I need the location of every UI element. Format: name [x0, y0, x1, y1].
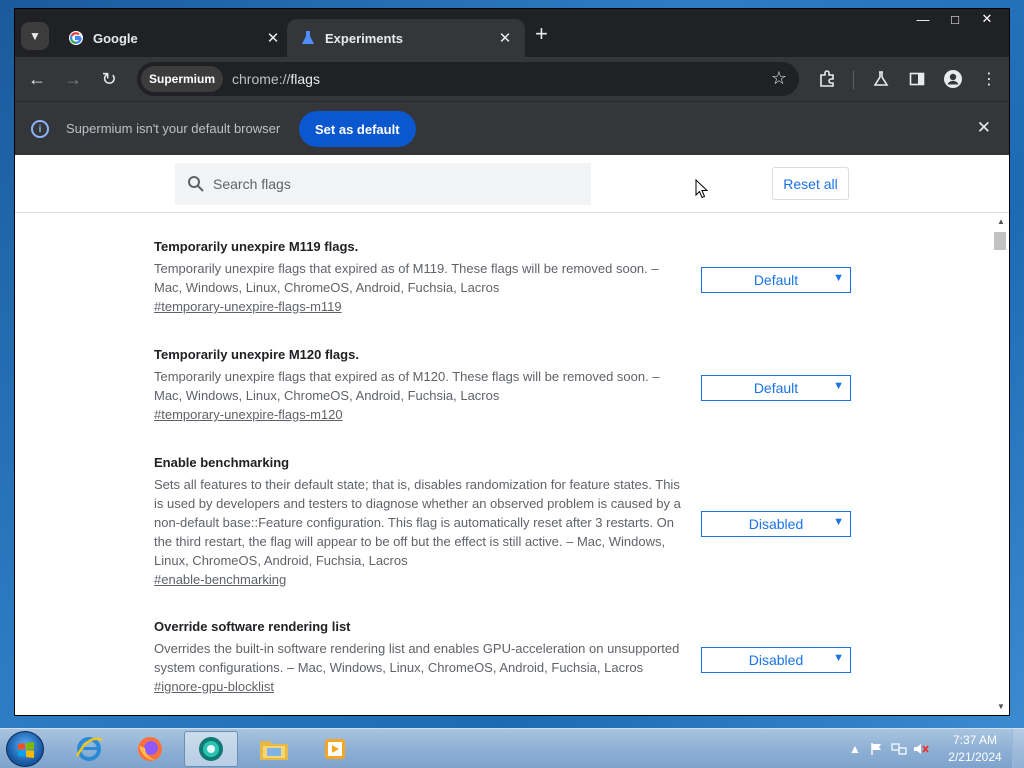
url-text: chrome://flags	[232, 71, 320, 87]
flag-entry: Enable benchmarking Sets all features to…	[154, 455, 854, 589]
supermium-icon[interactable]	[184, 731, 238, 767]
profile-avatar-icon[interactable]	[941, 67, 965, 91]
bookmark-star-icon[interactable]: ☆	[771, 68, 787, 89]
flag-anchor-link[interactable]: #ignore-gpu-blocklist	[154, 679, 274, 694]
taskbar: ▲ 7:37 AM 2/21/2024	[0, 728, 1024, 768]
reset-all-button[interactable]: Reset all	[772, 167, 849, 200]
network-icon[interactable]	[891, 741, 907, 757]
search-input[interactable]	[213, 176, 573, 192]
maximize-icon[interactable]: □	[939, 9, 971, 29]
toolbar: ← → ↻ Supermium chrome://flags ☆ ⋮	[15, 57, 1009, 101]
toolbar-divider	[853, 71, 854, 89]
window-controls: — □ ✕	[907, 9, 1003, 29]
google-g-icon	[67, 29, 85, 47]
new-tab-button[interactable]: +	[535, 23, 548, 45]
tab-search-button[interactable]: ▼	[21, 22, 49, 50]
clock[interactable]: 7:37 AM 2/21/2024	[938, 732, 1012, 766]
default-browser-infobar: i Supermium isn't your default browser S…	[15, 101, 1009, 155]
browser-window: ▼ Google ✕ Experiments ✕ + — □ ✕ ← → ↻ S…	[14, 8, 1010, 716]
flag-entry: Temporarily unexpire M119 flags. Tempora…	[154, 239, 854, 316]
flag-description: Overrides the built-in software renderin…	[154, 641, 680, 675]
flag-anchor-link[interactable]: #enable-benchmarking	[154, 572, 286, 587]
flag-state-value: Default	[753, 272, 799, 288]
url-scheme: chrome://	[232, 71, 291, 87]
vertical-scrollbar[interactable]: ▲ ▼	[992, 213, 1009, 715]
forward-arrow-icon[interactable]: →	[61, 67, 85, 91]
flag-description: Temporarily unexpire flags that expired …	[154, 369, 660, 403]
search-box[interactable]	[175, 163, 591, 205]
scroll-down-arrow-icon[interactable]: ▼	[997, 702, 1005, 711]
flag-state-value: Disabled	[748, 516, 804, 532]
close-icon[interactable]: ✕	[497, 29, 513, 47]
flag-anchor-link[interactable]: #temporary-unexpire-flags-m119	[154, 299, 342, 314]
flag-name: Enable benchmarking	[154, 455, 290, 470]
flags-header: Reset all	[15, 155, 1009, 213]
mouse-cursor-icon	[695, 179, 709, 199]
flag-name: Override software rendering list	[154, 619, 351, 634]
flag-state-select[interactable]: Default ▼	[701, 267, 851, 293]
chevron-down-icon: ▼	[833, 516, 844, 528]
firefox-icon[interactable]	[123, 731, 177, 767]
url-host: flags	[290, 71, 320, 87]
flag-name: Temporarily unexpire M120 flags.	[154, 347, 359, 362]
flag-description: Sets all features to their default state…	[154, 477, 681, 568]
labs-flask-icon[interactable]	[869, 67, 893, 91]
clock-date: 2/21/2024	[948, 750, 1002, 764]
start-button[interactable]	[6, 731, 44, 767]
profile-chip[interactable]: Supermium	[141, 66, 224, 92]
flag-state-value: Disabled	[748, 652, 804, 668]
back-arrow-icon[interactable]: ←	[25, 67, 49, 91]
scroll-up-arrow-icon[interactable]: ▲	[997, 217, 1005, 226]
tab-experiments[interactable]: Experiments ✕	[287, 19, 525, 57]
file-explorer-icon[interactable]	[247, 731, 301, 767]
minimize-icon[interactable]: —	[907, 9, 939, 29]
flag-name: Temporarily unexpire M119 flags.	[154, 239, 359, 254]
close-window-icon[interactable]: ✕	[971, 9, 1003, 29]
side-panel-icon[interactable]	[905, 67, 929, 91]
system-tray: ▲ 7:37 AM 2/21/2024	[844, 729, 1024, 768]
search-icon	[188, 176, 204, 192]
flag-state-select[interactable]: Default ▼	[701, 375, 851, 401]
tab-google[interactable]: Google ✕	[55, 19, 293, 57]
chevron-down-icon: ▼	[833, 272, 844, 284]
close-icon[interactable]: ✕	[977, 118, 991, 138]
chevron-down-icon: ▼	[833, 380, 844, 392]
flag-state-value: Default	[753, 380, 799, 396]
menu-kebab-icon[interactable]: ⋮	[977, 67, 1001, 91]
tab-strip: ▼ Google ✕ Experiments ✕ + — □ ✕	[15, 9, 1009, 57]
flag-description: Temporarily unexpire flags that expired …	[154, 261, 659, 295]
flask-icon	[299, 29, 317, 47]
set-as-default-button[interactable]: Set as default	[299, 111, 416, 147]
show-desktop-button[interactable]	[1012, 729, 1024, 768]
extensions-puzzle-icon[interactable]	[815, 67, 839, 91]
info-icon: i	[31, 120, 49, 138]
windows-logo-icon	[18, 742, 34, 758]
clock-time: 7:37 AM	[952, 733, 998, 747]
flag-state-select[interactable]: Disabled ▼	[701, 647, 851, 673]
reload-icon[interactable]: ↻	[97, 67, 121, 91]
flag-entry: Override software rendering list Overrid…	[154, 619, 854, 696]
flag-state-select[interactable]: Disabled ▼	[701, 511, 851, 537]
flag-anchor-link[interactable]: #temporary-unexpire-flags-m120	[154, 407, 343, 422]
close-icon[interactable]: ✕	[265, 29, 281, 47]
scrollbar-thumb[interactable]	[994, 232, 1006, 250]
volume-muted-icon[interactable]	[913, 741, 929, 757]
flag-entry: Temporarily unexpire M120 flags. Tempora…	[154, 347, 854, 424]
tab-title: Experiments	[325, 30, 404, 46]
internet-explorer-icon[interactable]	[62, 731, 116, 767]
media-player-icon[interactable]	[308, 731, 362, 767]
tab-title: Google	[93, 30, 138, 46]
flags-page: Reset all Temporarily unexpire M119 flag…	[15, 155, 1009, 715]
action-center-flag-icon[interactable]	[869, 741, 885, 757]
show-hidden-icons-icon[interactable]: ▲	[847, 741, 863, 757]
chevron-down-icon: ▼	[833, 652, 844, 664]
address-bar[interactable]: Supermium chrome://flags ☆	[137, 62, 799, 96]
chevron-down-icon: ▼	[29, 29, 41, 43]
infobar-message: Supermium isn't your default browser	[66, 121, 281, 136]
